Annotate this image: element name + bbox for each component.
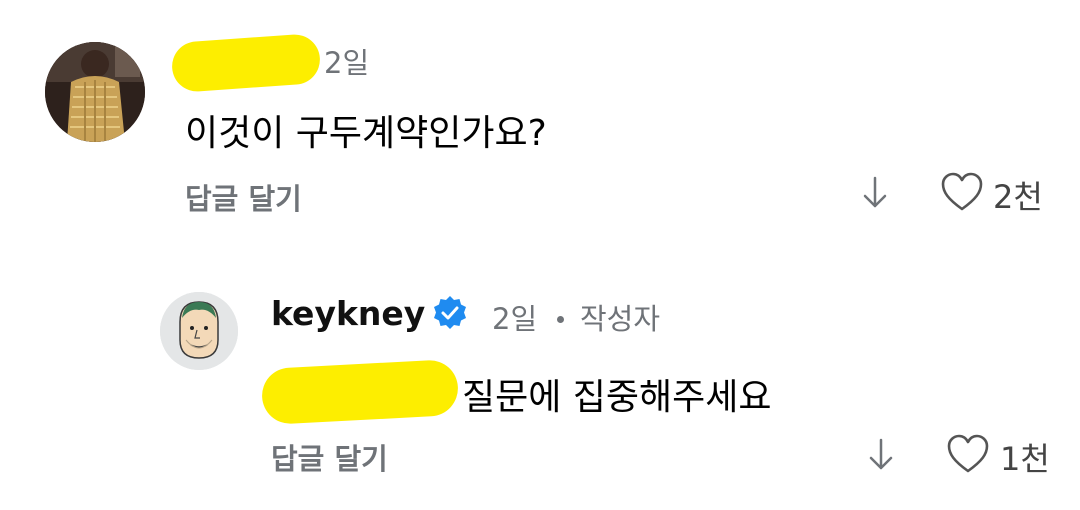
verified-badge-icon [434,296,466,329]
reply-button[interactable]: 답글 달기 [271,436,388,478]
reply-button[interactable]: 답글 달기 [185,176,302,218]
redacted-mention [260,358,460,426]
heart-icon[interactable] [946,434,990,474]
arrow-down-icon[interactable] [862,176,888,210]
like-count[interactable]: 1천 [1000,434,1050,480]
like-count[interactable]: 2천 [993,172,1043,218]
username[interactable]: keykney [271,294,425,333]
comment-time: 2일 [324,46,370,80]
author-badge: 작성자 [580,302,661,336]
avatar[interactable] [45,42,145,142]
avatar[interactable] [160,292,238,370]
heart-icon[interactable] [940,172,984,212]
comment-text: 이것이 구두계약인가요? [185,113,547,154]
separator-dot [557,316,564,323]
comment-time: 2일 [492,302,538,336]
redacted-username [170,32,322,94]
arrow-down-icon[interactable] [868,438,894,472]
comment-text: 질문에 집중해주세요 [462,377,772,418]
